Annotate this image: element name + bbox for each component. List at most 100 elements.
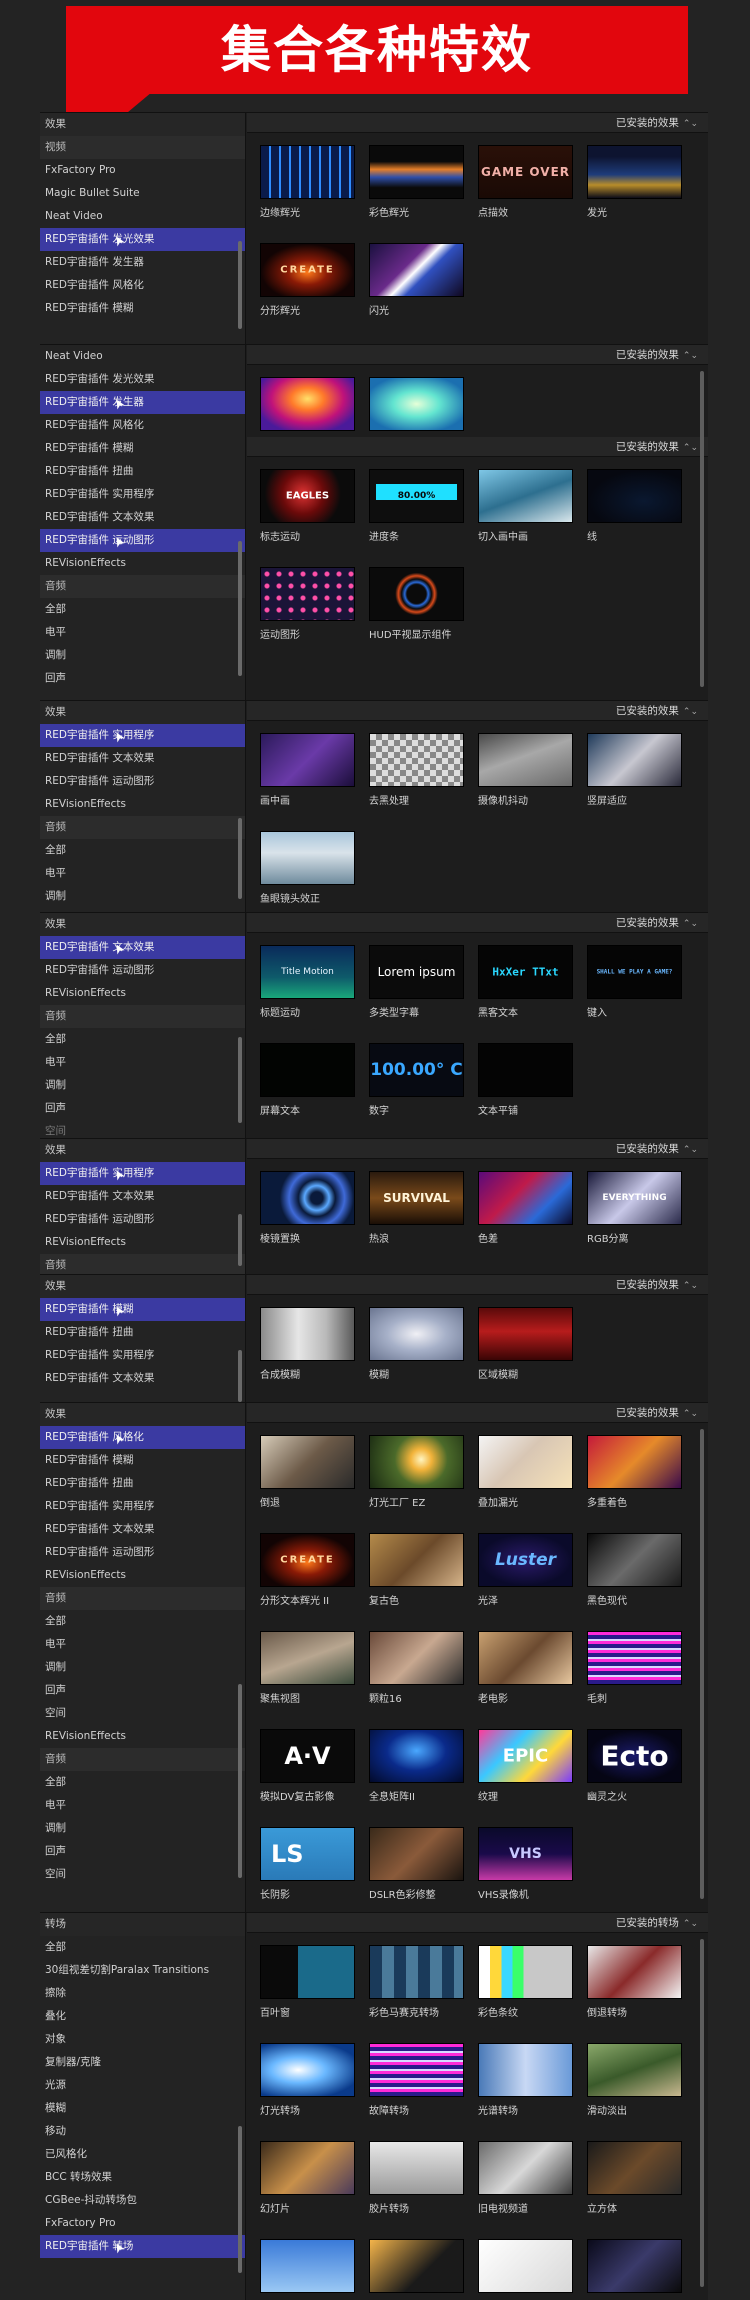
sidebar-item[interactable]: RED宇宙插件 运动图形: [40, 1541, 245, 1564]
effect-tile[interactable]: 色差: [478, 1171, 575, 1245]
sidebar-item[interactable]: BCC 转场效果: [40, 2166, 245, 2189]
sidebar-item[interactable]: 叠化: [40, 2005, 245, 2028]
effect-tile[interactable]: 边缘辉光: [260, 145, 357, 219]
sidebar-group-header[interactable]: 音频: [40, 1587, 245, 1610]
sidebar-item[interactable]: 复制器/克隆: [40, 2051, 245, 2074]
sidebar-item[interactable]: 全部: [40, 1771, 245, 1794]
sidebar-item[interactable]: 调制: [40, 1074, 245, 1097]
effect-tile[interactable]: 运动图形: [260, 567, 357, 641]
installed-filter-dropdown[interactable]: 已安装的效果 ⌃⌄: [247, 437, 708, 457]
transition-tile[interactable]: 倒退转场: [587, 1945, 684, 2019]
sidebar-item[interactable]: RED宇宙插件 实用程序 ➤: [40, 724, 245, 747]
installed-filter-dropdown[interactable]: 已安装的效果 ⌃⌄: [247, 701, 708, 721]
sidebar-item[interactable]: RED宇宙插件 模糊: [40, 437, 245, 460]
sidebar-item[interactable]: RED宇宙插件 风格化: [40, 414, 245, 437]
sidebar-item[interactable]: REVisionEffects: [40, 793, 245, 816]
sidebar-scrollbar[interactable]: [238, 818, 242, 899]
sidebar-group-header[interactable]: 音频: [40, 575, 245, 598]
sidebar-item[interactable]: RED宇宙插件 文本效果: [40, 506, 245, 529]
sidebar-item[interactable]: 全部: [40, 1028, 245, 1051]
sidebar-item[interactable]: Neat Video: [40, 345, 245, 368]
effect-tile[interactable]: LS 长阴影: [260, 1827, 357, 1901]
sidebar-item[interactable]: RED宇宙插件 文本效果: [40, 1518, 245, 1541]
sidebar-item[interactable]: 空间: [40, 1120, 245, 1138]
effect-tile[interactable]: 去黑处理: [369, 733, 466, 807]
sidebar-item[interactable]: RED宇宙插件 实用程序: [40, 1344, 245, 1367]
sidebar-item[interactable]: 30组视差切割Paralax Transitions: [40, 1959, 245, 1982]
sidebar-item[interactable]: REVisionEffects: [40, 552, 245, 575]
effect-tile[interactable]: SURVIVAL 热浪: [369, 1171, 466, 1245]
sidebar-item[interactable]: RED宇宙插件 发光效果: [40, 368, 245, 391]
effect-tile[interactable]: 颗粒16: [369, 1631, 466, 1705]
transition-tile[interactable]: 光谱转场: [478, 2043, 575, 2117]
effect-tile[interactable]: Ecto 幽灵之火: [587, 1729, 684, 1803]
sidebar-item[interactable]: 全部: [40, 1610, 245, 1633]
sidebar-item[interactable]: FxFactory Pro: [40, 159, 245, 182]
transition-tile[interactable]: 灯光转场: [260, 2043, 357, 2117]
sidebar-item[interactable]: RED宇宙插件 实用程序: [40, 1495, 245, 1518]
sidebar-item[interactable]: RED宇宙插件 发光效果 ➤: [40, 228, 245, 251]
sidebar-item[interactable]: RED宇宙插件 运动图形: [40, 770, 245, 793]
sidebar-item[interactable]: 移动: [40, 2120, 245, 2143]
sidebar-scrollbar[interactable]: [238, 2126, 242, 2273]
sidebar-item[interactable]: 已风格化: [40, 2143, 245, 2166]
installed-filter-dropdown[interactable]: 已安装的转场 ⌃⌄: [247, 1913, 708, 1933]
sidebar-item[interactable]: Neat Video: [40, 205, 245, 228]
grid-scrollbar[interactable]: [700, 1939, 704, 2287]
sidebar-item[interactable]: 电平: [40, 862, 245, 885]
transition-tile[interactable]: [478, 2239, 575, 2298]
sidebar-item[interactable]: FxFactory Pro: [40, 2212, 245, 2235]
effect-tile[interactable]: 复古色: [369, 1533, 466, 1607]
transition-tile[interactable]: 彩色马赛克转场: [369, 1945, 466, 2019]
sidebar-item[interactable]: 擦除: [40, 1982, 245, 2005]
sidebar-scrollbar[interactable]: [238, 1350, 242, 1402]
sidebar-item[interactable]: RED宇宙插件 文本效果: [40, 1185, 245, 1208]
effect-tile[interactable]: CREATE 分形文本辉光 II: [260, 1533, 357, 1607]
installed-filter-dropdown[interactable]: 已安装的效果 ⌃⌄: [247, 345, 708, 365]
sidebar-item[interactable]: 全部: [40, 598, 245, 621]
sidebar-item[interactable]: 回声: [40, 1840, 245, 1863]
effect-tile[interactable]: 发光: [587, 145, 684, 219]
sidebar-item[interactable]: 回声: [40, 667, 245, 690]
effect-tile[interactable]: 线: [587, 469, 684, 543]
sidebar-item[interactable]: 模糊: [40, 2097, 245, 2120]
sidebar-item[interactable]: 对象: [40, 2028, 245, 2051]
sidebar-group-header[interactable]: 音频: [40, 1005, 245, 1028]
effect-tile[interactable]: 全息矩阵II: [369, 1729, 466, 1803]
sidebar-item[interactable]: 电平: [40, 1794, 245, 1817]
transition-tile[interactable]: 故障转场: [369, 2043, 466, 2117]
sidebar-item[interactable]: 全部: [40, 1936, 245, 1959]
effect-tile[interactable]: 黑色现代: [587, 1533, 684, 1607]
sidebar-item[interactable]: RED宇宙插件 扭曲: [40, 460, 245, 483]
transition-tile[interactable]: [369, 2239, 466, 2298]
sidebar-item[interactable]: RED宇宙插件 实用程序 ➤: [40, 1162, 245, 1185]
transition-tile[interactable]: 滑动淡出: [587, 2043, 684, 2117]
sidebar-item[interactable]: 电平: [40, 1633, 245, 1656]
sidebar-item[interactable]: RED宇宙插件 风格化 ➤: [40, 1426, 245, 1449]
sidebar-group-header[interactable]: 音频: [40, 1748, 245, 1771]
effect-tile[interactable]: HUD平视显示组件: [369, 567, 466, 641]
sidebar-item[interactable]: RED宇宙插件 扭曲: [40, 1321, 245, 1344]
effect-tile[interactable]: Luster 光泽: [478, 1533, 575, 1607]
effect-tile[interactable]: Title Motion 标题运动: [260, 945, 357, 1019]
effect-tile[interactable]: EAGLES 标志运动: [260, 469, 357, 543]
sidebar-item[interactable]: 调制: [40, 644, 245, 667]
transition-tile[interactable]: 立方体: [587, 2141, 684, 2215]
effect-tile[interactable]: 文本平铺: [478, 1043, 575, 1117]
sidebar-item[interactable]: REVisionEffects: [40, 1564, 245, 1587]
effect-tile[interactable]: 切入画中画: [478, 469, 575, 543]
effect-tile[interactable]: 闪光: [369, 243, 466, 317]
sidebar-item[interactable]: 空间: [40, 1863, 245, 1886]
sidebar-item[interactable]: REVisionEffects: [40, 1725, 245, 1748]
grid-scrollbar[interactable]: [700, 371, 704, 687]
installed-filter-dropdown[interactable]: 已安装的效果 ⌃⌄: [247, 113, 708, 133]
effect-tile[interactable]: 画中画: [260, 733, 357, 807]
effect-tile[interactable]: Lorem ipsum 多类型字幕: [369, 945, 466, 1019]
sidebar-item[interactable]: RED宇宙插件 文本效果: [40, 747, 245, 770]
effect-tile[interactable]: DSLR色彩修整: [369, 1827, 466, 1901]
sidebar-scrollbar[interactable]: [238, 241, 242, 329]
sidebar-item[interactable]: RED宇宙插件 扭曲: [40, 1472, 245, 1495]
sidebar-item[interactable]: Magic Bullet Suite: [40, 182, 245, 205]
transition-tile[interactable]: [587, 2239, 684, 2298]
sidebar-item[interactable]: RED宇宙插件 发生器: [40, 251, 245, 274]
